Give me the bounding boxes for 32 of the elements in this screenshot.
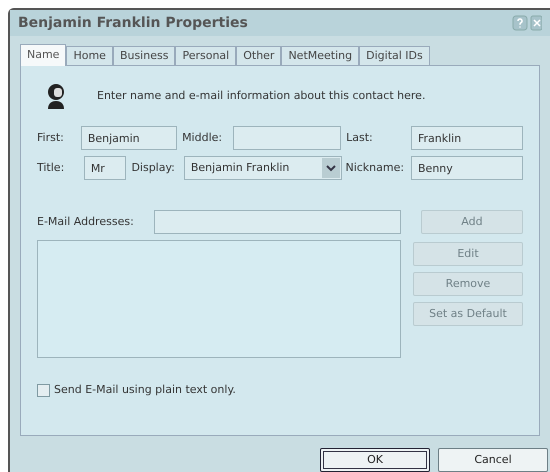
close-icon[interactable] [530,15,542,31]
text-field[interactable]: Franklin [410,126,523,150]
field-label: First: [37,130,65,146]
window-title: Benjamin Franklin Properties [18,14,248,32]
contact-person-icon [45,82,67,110]
help-icon[interactable] [512,15,528,31]
field-label: Title: [37,160,66,176]
intro-text: Enter name and e-mail information about this contact here. [97,88,426,104]
tab[interactable]: Digital IDs [359,46,430,65]
tab[interactable]: Personal [175,46,236,65]
checkbox[interactable] [37,384,50,397]
text-field[interactable]: Benny [411,156,523,180]
text-field[interactable]: Mr [84,156,126,180]
field-label: Middle: [182,130,224,146]
field-label: Display: [131,160,176,176]
dialog-button[interactable]: OK [320,448,430,472]
field-label: E-Mail Addresses: [37,214,135,230]
chevron-down-icon[interactable] [322,158,340,178]
dialog-button[interactable]: Cancel [438,448,548,472]
email-input-field[interactable] [154,210,402,234]
tab[interactable]: Name [20,44,66,66]
field-label: Last: [346,130,374,146]
field-label: Nickname: [345,160,406,176]
tab[interactable]: Home [66,46,113,65]
display-dropdown[interactable]: Benjamin Franklin [184,156,342,180]
email-list-box[interactable] [37,240,401,358]
text-field[interactable] [232,126,341,150]
tab[interactable]: Other [236,46,282,65]
text-field[interactable]: Benjamin [80,126,177,150]
checkbox-label: Send E-Mail using plain text only. [54,382,236,398]
tab[interactable]: NetMeeting [281,46,360,65]
tab[interactable]: Business [112,46,176,65]
